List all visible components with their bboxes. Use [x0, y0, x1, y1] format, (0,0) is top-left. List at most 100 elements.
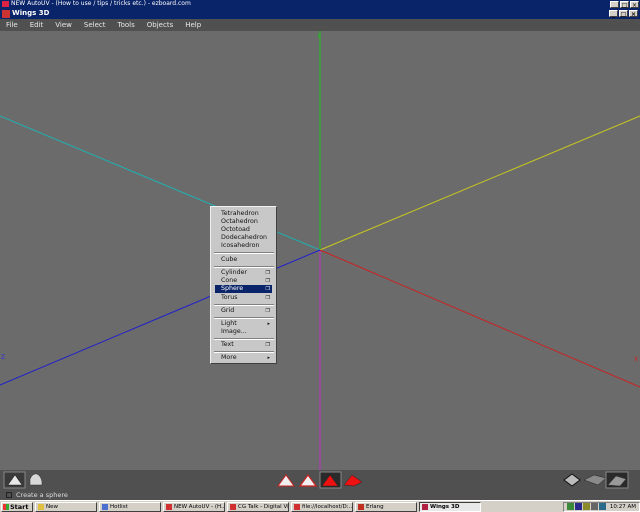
- perspective-view-button[interactable]: [563, 473, 581, 487]
- menu-item-icosahedron[interactable]: Icosahedron: [215, 242, 272, 250]
- body-mode-icon: [343, 474, 363, 487]
- edge-mode-icon: [298, 473, 318, 487]
- axes-toggle-button[interactable]: [605, 471, 629, 489]
- windows-taskbar: Start New Hotlist NEW AutoUV - (H... CG …: [0, 500, 640, 512]
- taskbar-item-localhost[interactable]: file://localhost/D:...: [291, 501, 353, 512]
- menu-item-octotoad[interactable]: Octotoad: [215, 226, 272, 234]
- status-indicator-icon: [6, 492, 12, 498]
- folder-icon: [38, 503, 44, 510]
- system-tray: 10:27 AM: [562, 501, 640, 512]
- menu-separator: [214, 317, 274, 319]
- menu-item-dodecahedron[interactable]: Dodecahedron: [215, 234, 272, 242]
- status-text: Create a sphere: [16, 491, 68, 499]
- browser-maximize-button[interactable]: □: [620, 0, 629, 9]
- menu-item-grid[interactable]: Grid ❐: [215, 307, 272, 315]
- browser-icon: [166, 503, 172, 510]
- menu-objects[interactable]: Objects: [141, 21, 179, 29]
- menu-item-more[interactable]: More ▸: [215, 354, 272, 362]
- viewport-3d[interactable]: Y Z X: [0, 31, 640, 470]
- axes-svg: Y Z X: [0, 31, 640, 470]
- erlang-icon: [358, 503, 364, 510]
- browser-title: NEW AutoUV - (How to use / tips / tricks…: [11, 0, 191, 7]
- submenu-arrow-icon: ▸: [267, 321, 270, 327]
- volume-icon[interactable]: [582, 503, 590, 510]
- window-title-bar: Wings 3D _ □ ×: [0, 8, 640, 19]
- menu-item-text[interactable]: Text ❐: [215, 341, 272, 349]
- axis-label-z: Z: [1, 354, 5, 361]
- browser-icon: [2, 1, 9, 7]
- tray-app-icon[interactable]: [590, 503, 598, 510]
- axis-x-negative: [319, 115, 640, 251]
- menu-edit[interactable]: Edit: [24, 21, 50, 29]
- perspective-icon: [563, 473, 581, 487]
- browser-minimize-button[interactable]: _: [610, 0, 619, 9]
- status-bar: Create a sphere: [0, 490, 640, 500]
- icon-toolbar: [0, 470, 640, 490]
- option-box-icon[interactable]: ❐: [266, 307, 270, 315]
- taskbar-item-erlang[interactable]: Erlang: [355, 501, 417, 512]
- menu-item-image[interactable]: Image...: [215, 328, 272, 336]
- start-button[interactable]: Start: [1, 501, 33, 512]
- menu-separator: [214, 304, 274, 306]
- maximize-button[interactable]: □: [619, 10, 628, 18]
- menu-separator: [214, 351, 274, 353]
- menu-item-cube[interactable]: Cube: [215, 256, 272, 264]
- menu-item-tetrahedron[interactable]: Tetrahedron: [215, 210, 272, 218]
- menu-bar: File Edit View Select Tools Objects Help: [0, 19, 640, 31]
- window-title: Wings 3D: [12, 9, 50, 17]
- menu-separator: [214, 252, 274, 254]
- menu-view[interactable]: View: [49, 21, 78, 29]
- menu-item-cone[interactable]: Cone ❐: [215, 277, 272, 285]
- face-select-button[interactable]: [319, 471, 342, 489]
- taskbar-item-hotlist[interactable]: Hotlist: [99, 501, 161, 512]
- menu-item-torus[interactable]: Torus ❐: [215, 294, 272, 302]
- smooth-preview-button[interactable]: [3, 471, 26, 489]
- menu-separator: [214, 338, 274, 340]
- clock: 10:27 AM: [609, 503, 636, 510]
- network-icon[interactable]: [566, 503, 574, 510]
- ground-plane-button[interactable]: [583, 474, 607, 486]
- option-box-icon[interactable]: ❐: [266, 294, 270, 302]
- edge-select-button[interactable]: [298, 473, 318, 487]
- browser-icon: [294, 503, 300, 510]
- wings-app-icon: [2, 9, 10, 18]
- menu-item-sphere[interactable]: Sphere ❐: [215, 285, 272, 293]
- taskbar-item-autouv[interactable]: NEW AutoUV - (H...: [163, 501, 225, 512]
- browser-close-button[interactable]: ×: [630, 0, 639, 9]
- menu-help[interactable]: Help: [179, 21, 207, 29]
- option-box-icon[interactable]: ❐: [266, 285, 270, 293]
- smooth-shape-icon: [29, 473, 43, 486]
- window-icon: [102, 503, 108, 510]
- menu-item-cylinder[interactable]: Cylinder ❐: [215, 269, 272, 277]
- axis-x-positive: [319, 249, 640, 388]
- option-box-icon[interactable]: ❐: [266, 269, 270, 277]
- windows-logo-icon: [3, 503, 9, 510]
- vertex-select-button[interactable]: [277, 474, 295, 487]
- menu-item-octahedron[interactable]: Octahedron: [215, 218, 272, 226]
- menu-item-light[interactable]: Light ▸: [215, 320, 272, 328]
- browser-title-bar: NEW AutoUV - (How to use / tips / tricks…: [0, 0, 640, 9]
- axis-label-y: Y: [316, 33, 321, 40]
- primitive-context-menu: Tetrahedron Octahedron Octotoad Dodecahe…: [210, 206, 277, 364]
- menu-file[interactable]: File: [0, 21, 24, 29]
- minimize-button[interactable]: _: [609, 10, 618, 18]
- solid-view-button[interactable]: [29, 473, 43, 486]
- display-icon[interactable]: [574, 503, 582, 510]
- menu-select[interactable]: Select: [78, 21, 112, 29]
- option-box-icon[interactable]: ❐: [266, 341, 270, 349]
- option-box-icon[interactable]: ❐: [266, 277, 270, 285]
- taskbar-item-wings3d[interactable]: Wings 3D: [419, 501, 481, 512]
- menu-tools[interactable]: Tools: [112, 21, 141, 29]
- tray-app-icon[interactable]: [598, 503, 606, 510]
- taskbar-item-new[interactable]: New: [35, 501, 97, 512]
- wings-app-icon: [422, 503, 428, 510]
- close-button[interactable]: ×: [629, 10, 638, 18]
- grid-plane-icon: [583, 474, 607, 486]
- taskbar-item-cgtalk[interactable]: CG Talk - Digital Vi...: [227, 501, 289, 512]
- submenu-arrow-icon: ▸: [267, 355, 270, 361]
- vertex-mode-icon: [277, 474, 295, 487]
- axis-label-x: X: [634, 356, 638, 363]
- body-select-button[interactable]: [343, 474, 363, 487]
- menu-separator: [214, 266, 274, 268]
- browser-icon: [230, 503, 236, 510]
